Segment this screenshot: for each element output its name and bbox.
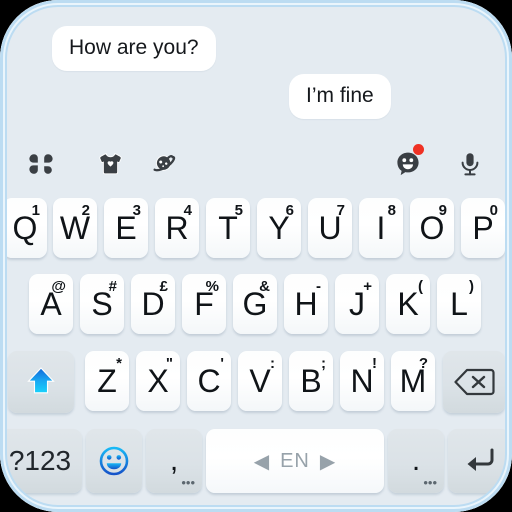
chat-preview-area: How are you? I’m fine xyxy=(0,0,512,194)
key-x[interactable]: X " xyxy=(136,351,180,411)
key-u[interactable]: U7 xyxy=(308,198,352,258)
key-c[interactable]: C ' xyxy=(187,351,231,411)
key-l[interactable]: L) xyxy=(437,274,481,334)
shift-icon xyxy=(27,367,55,394)
key-n[interactable]: N! xyxy=(340,351,384,411)
shift-key[interactable] xyxy=(8,351,74,413)
keyboard-row-3: Z * X " C ' V: B; N! M? xyxy=(0,351,512,423)
key-m[interactable]: M? xyxy=(391,351,435,411)
key-h[interactable]: H- xyxy=(284,274,328,334)
key-t[interactable]: T5 xyxy=(206,198,250,258)
key-q[interactable]: Q1 xyxy=(3,198,47,258)
menu-icon[interactable] xyxy=(21,140,61,188)
microphone-icon[interactable] xyxy=(450,140,490,188)
tshirt-icon[interactable] xyxy=(90,140,130,188)
keyboard-row-4: ?123 , ••• ◀ EN ▶ . ••• xyxy=(0,429,512,501)
key-w[interactable]: W2 xyxy=(53,198,97,258)
key-s[interactable]: S # xyxy=(80,274,124,334)
enter-icon xyxy=(467,448,494,471)
space-language-label: EN xyxy=(280,449,310,472)
backspace-key[interactable] xyxy=(443,351,505,413)
key-p[interactable]: P0 xyxy=(461,198,505,258)
key-i[interactable]: I8 xyxy=(359,198,403,258)
key-z[interactable]: Z * xyxy=(85,351,129,411)
space-key[interactable]: ◀ EN ▶ xyxy=(206,429,384,493)
key-b[interactable]: B; xyxy=(289,351,333,411)
emoji-key[interactable] xyxy=(86,429,142,493)
enter-key[interactable] xyxy=(448,429,510,493)
emoji-notification-badge xyxy=(413,144,424,155)
key-j[interactable]: J + xyxy=(335,274,379,334)
keyboard-row-1: Q1 W2 E3 R4 T5 Y6 U7 I8 O9 P0 xyxy=(0,198,512,270)
key-e[interactable]: E3 xyxy=(104,198,148,258)
keyboard-row-2: A @ S # D £ F% G & H- J + K( L) xyxy=(0,274,512,346)
key-o[interactable]: O9 xyxy=(410,198,454,258)
backspace-icon xyxy=(454,368,495,396)
chat-bubble-incoming: How are you? xyxy=(52,26,216,71)
key-r[interactable]: R4 xyxy=(155,198,199,258)
space-lang-left-arrow[interactable]: ◀ xyxy=(254,449,270,474)
key-f[interactable]: F% xyxy=(182,274,226,334)
emoji-icon[interactable] xyxy=(388,140,428,188)
key-d[interactable]: D £ xyxy=(131,274,175,334)
key-g[interactable]: G & xyxy=(233,274,277,334)
key-k[interactable]: K( xyxy=(386,274,430,334)
keyboard-toolbar xyxy=(0,140,512,194)
chat-bubble-outgoing: I’m fine xyxy=(289,74,391,119)
comma-key[interactable]: , ••• xyxy=(146,429,202,493)
key-a[interactable]: A @ xyxy=(29,274,73,334)
space-lang-right-arrow[interactable]: ▶ xyxy=(320,449,336,474)
virtual-keyboard: Q1 W2 E3 R4 T5 Y6 U7 I8 O9 P0 A @ S # D £ F… xyxy=(0,194,512,512)
planet-icon[interactable] xyxy=(144,140,184,188)
symbols-key[interactable]: ?123 xyxy=(0,429,82,493)
key-y[interactable]: Y6 xyxy=(257,198,301,258)
keyboard-app-frame: How are you? I’m fine Q 1 W 2 E 3 R 4 T … xyxy=(0,0,512,512)
key-v[interactable]: V: xyxy=(238,351,282,411)
period-key[interactable]: . ••• xyxy=(388,429,444,493)
emoji-key-icon xyxy=(99,446,129,476)
